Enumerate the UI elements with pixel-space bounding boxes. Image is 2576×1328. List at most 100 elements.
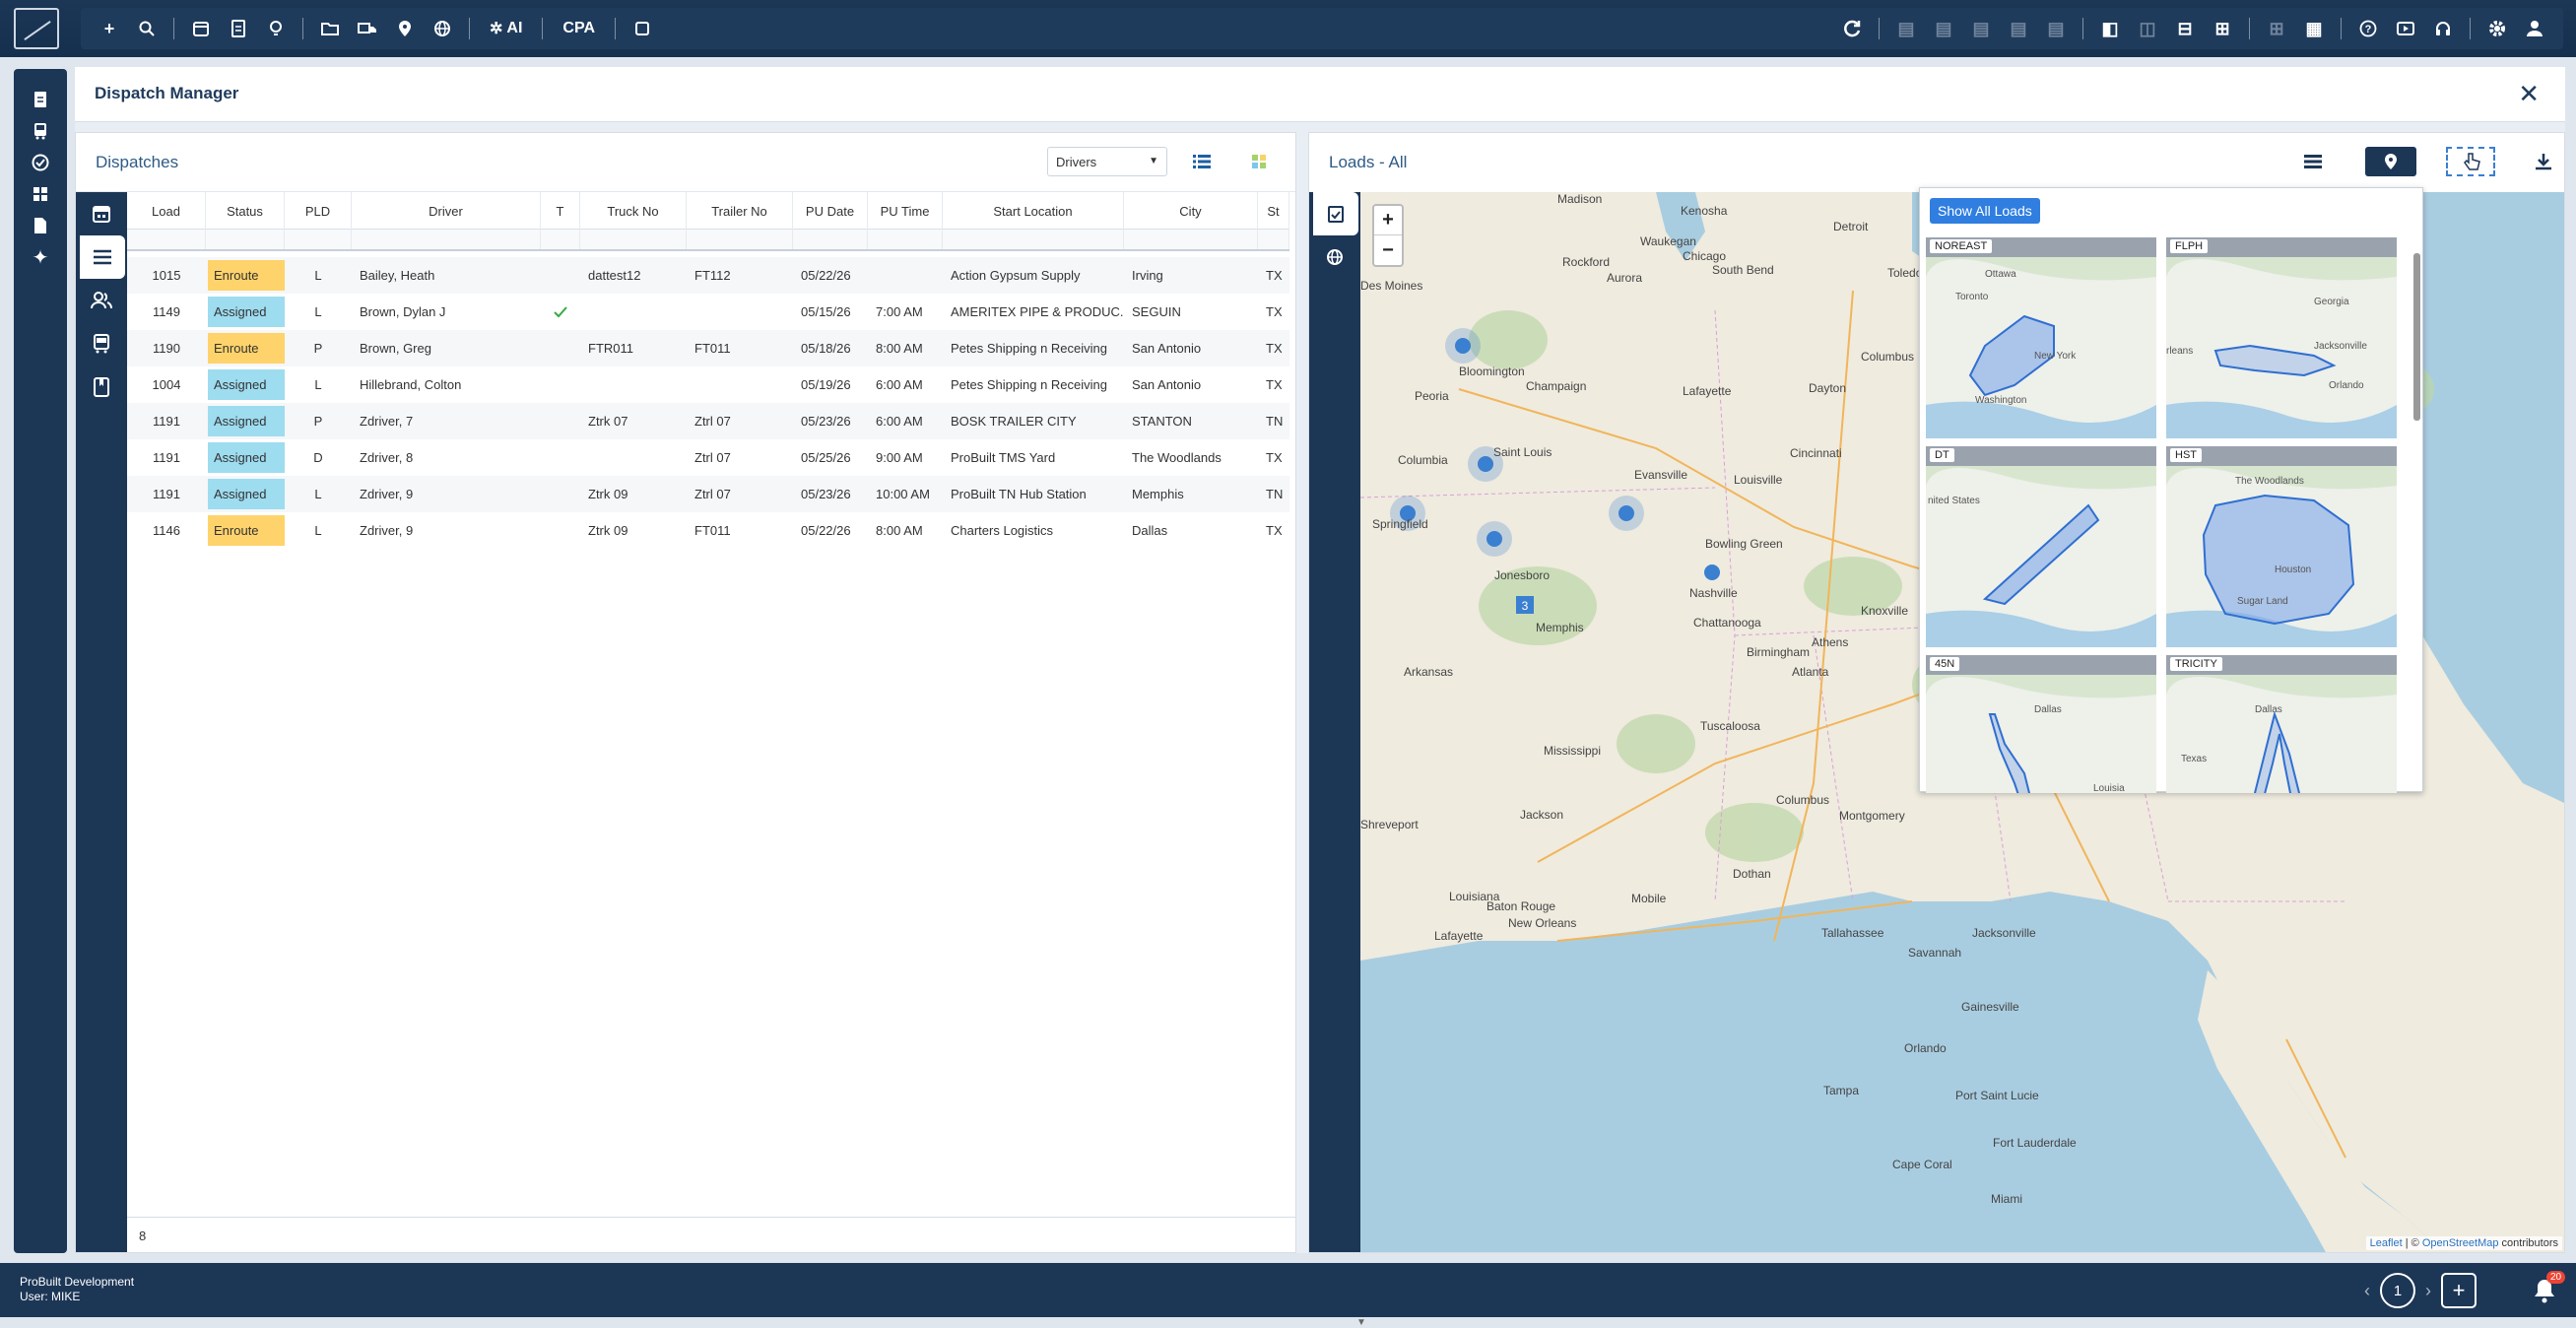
column-header[interactable]: Driver bbox=[352, 192, 541, 230]
next-page-icon[interactable]: › bbox=[2425, 1281, 2431, 1301]
search-icon[interactable] bbox=[130, 12, 164, 45]
column-filter-input[interactable] bbox=[868, 230, 943, 249]
column-header[interactable]: Start Location bbox=[943, 192, 1124, 230]
zone-scrollbar[interactable] bbox=[2413, 253, 2420, 421]
map-view-button[interactable] bbox=[2365, 147, 2416, 176]
document-icon[interactable] bbox=[222, 12, 255, 45]
scroll-down-arrow-icon[interactable]: ▼ bbox=[1356, 1317, 1366, 1328]
panel-split-icon[interactable]: ◫ bbox=[2131, 12, 2164, 45]
list-view-icon[interactable] bbox=[1185, 147, 1219, 176]
osm-link[interactable]: OpenStreetMap bbox=[2422, 1237, 2499, 1249]
globe-icon[interactable] bbox=[426, 12, 459, 45]
table-view-icon[interactable] bbox=[2296, 147, 2330, 176]
column-header[interactable]: Load bbox=[127, 192, 206, 230]
loads-checklist-icon[interactable] bbox=[1313, 192, 1358, 235]
column-filter-input[interactable] bbox=[793, 230, 868, 249]
column-filter-input[interactable] bbox=[285, 230, 352, 249]
zoom-in-button[interactable]: + bbox=[1374, 206, 1402, 235]
column-filter-input[interactable] bbox=[1124, 230, 1258, 249]
panel-rows-icon[interactable]: ⊟ bbox=[2168, 12, 2202, 45]
column-filter-input[interactable] bbox=[541, 230, 580, 249]
column-filter-input[interactable] bbox=[352, 230, 541, 249]
zone-card[interactable]: FLPH Georgia rleans Jacksonville Orlando bbox=[2166, 237, 2397, 438]
column-header[interactable]: PLD bbox=[285, 192, 352, 230]
trucks-icon[interactable] bbox=[351, 12, 384, 45]
ai-button[interactable]: ✲ AI bbox=[480, 12, 532, 45]
add-window-button[interactable]: + bbox=[2441, 1273, 2477, 1308]
list-tab-icon[interactable] bbox=[80, 235, 125, 279]
layout-5-icon[interactable]: ▤ bbox=[2039, 12, 2073, 45]
column-header[interactable]: T bbox=[541, 192, 580, 230]
grid-view-icon[interactable] bbox=[1242, 147, 1276, 176]
sidebar-shield-check-icon[interactable] bbox=[14, 148, 67, 177]
column-filter-input[interactable] bbox=[1258, 230, 1289, 249]
driver-filter-select[interactable]: Drivers bbox=[1047, 147, 1167, 176]
column-header[interactable]: Truck No bbox=[580, 192, 687, 230]
zone-card[interactable]: DT nited States bbox=[1926, 446, 2156, 647]
bookmark-icon[interactable] bbox=[76, 365, 127, 409]
column-filter-input[interactable] bbox=[943, 230, 1124, 249]
calendar-icon[interactable] bbox=[184, 12, 218, 45]
column-filter-input[interactable] bbox=[687, 230, 793, 249]
map-pin-icon[interactable] bbox=[388, 12, 422, 45]
column-header[interactable]: City bbox=[1124, 192, 1258, 230]
table-row[interactable]: 1015 Enroute L Bailey, Heath dattest12 FT112 0… bbox=[127, 257, 1289, 294]
sidebar-document-icon[interactable] bbox=[14, 85, 67, 114]
table-row[interactable]: 1190 Enroute P Brown, Greg FTR011 FT011 05/18/… bbox=[127, 330, 1289, 366]
refresh-icon[interactable] bbox=[1835, 12, 1869, 45]
column-header[interactable]: PU Time bbox=[868, 192, 943, 230]
zoom-out-button[interactable]: − bbox=[1374, 235, 1402, 265]
help-icon[interactable]: ? bbox=[2351, 12, 2385, 45]
table-row[interactable]: 1191 Assigned L Zdriver, 9 Ztrk 09 Ztrl 07 05/… bbox=[127, 476, 1289, 512]
calculator-icon[interactable] bbox=[626, 12, 659, 45]
column-header[interactable]: Trailer No bbox=[687, 192, 793, 230]
layout-2-icon[interactable]: ▤ bbox=[1927, 12, 1960, 45]
panel-left-icon[interactable]: ◧ bbox=[2093, 12, 2127, 45]
column-filter-input[interactable] bbox=[580, 230, 687, 249]
headset-icon[interactable] bbox=[2426, 12, 2460, 45]
column-filter-input[interactable] bbox=[127, 230, 206, 249]
zone-card[interactable]: NOREAST Ottawa Toronto New York Washington bbox=[1926, 237, 2156, 438]
leaflet-link[interactable]: Leaflet bbox=[2370, 1237, 2403, 1249]
calendar-view-icon[interactable] bbox=[76, 192, 127, 235]
table-row[interactable]: 1191 Assigned D Zdriver, 8 Ztrl 07 05/25/26 9:… bbox=[127, 439, 1289, 476]
show-all-loads-button[interactable]: Show All Loads bbox=[1930, 198, 2040, 224]
sidebar-grid-icon[interactable] bbox=[14, 179, 67, 209]
settings-gear-icon[interactable] bbox=[2480, 12, 2514, 45]
table-row[interactable]: 1191 Assigned P Zdriver, 7 Ztrk 07 Ztrl 07 05/… bbox=[127, 403, 1289, 439]
zone-card[interactable]: TRICITYDallasTexasAustin bbox=[2166, 655, 2397, 793]
sidebar-sparkle-icon[interactable]: ✦ bbox=[14, 242, 67, 272]
panel-grid-check-icon[interactable]: ⊞ bbox=[2206, 12, 2239, 45]
add-icon[interactable]: + bbox=[93, 12, 126, 45]
layout-1-icon[interactable]: ▤ bbox=[1889, 12, 1923, 45]
page-number[interactable]: 1 bbox=[2380, 1273, 2415, 1308]
grid-four-icon[interactable]: ⊞ bbox=[2260, 12, 2293, 45]
column-header[interactable]: Status bbox=[206, 192, 285, 230]
column-filter-input[interactable] bbox=[206, 230, 285, 249]
grid-six-icon[interactable]: ▦ bbox=[2297, 12, 2331, 45]
prev-page-icon[interactable]: ‹ bbox=[2364, 1281, 2370, 1301]
layout-4-icon[interactable]: ▤ bbox=[2002, 12, 2035, 45]
column-header[interactable]: St bbox=[1258, 192, 1289, 230]
loads-globe-icon[interactable] bbox=[1309, 235, 1360, 279]
table-row[interactable]: 1146 Enroute L Zdriver, 9 Ztrk 09 FT011 05/22/… bbox=[127, 512, 1289, 549]
drivers-icon[interactable] bbox=[76, 279, 127, 322]
zone-card[interactable]: HST The Woodlands Houston Sugar Land bbox=[2166, 446, 2397, 647]
download-icon[interactable] bbox=[2527, 147, 2560, 176]
user-icon[interactable] bbox=[2518, 12, 2551, 45]
table-row[interactable]: 1149 Assigned L Brown, Dylan J 05/15/26 7:00 … bbox=[127, 294, 1289, 330]
column-header[interactable]: PU Date bbox=[793, 192, 868, 230]
sidebar-file-icon[interactable] bbox=[14, 211, 67, 240]
close-icon[interactable]: ✕ bbox=[2518, 79, 2540, 109]
truck-tab-icon[interactable] bbox=[76, 322, 127, 365]
cpa-button[interactable]: CPA bbox=[553, 12, 605, 45]
layout-3-icon[interactable]: ▤ bbox=[1964, 12, 1998, 45]
zone-select-button[interactable] bbox=[2446, 147, 2495, 176]
zone-card[interactable]: 45N DallasAustinLouisia bbox=[1926, 655, 2156, 793]
lightbulb-icon[interactable] bbox=[259, 12, 293, 45]
sidebar-truck-icon[interactable] bbox=[14, 116, 67, 146]
folder-icon[interactable] bbox=[313, 12, 347, 45]
table-row[interactable]: 1004 Assigned L Hillebrand, Colton 05/19/26 6… bbox=[127, 366, 1289, 403]
video-icon[interactable] bbox=[2389, 12, 2422, 45]
app-logo[interactable] bbox=[14, 8, 59, 49]
